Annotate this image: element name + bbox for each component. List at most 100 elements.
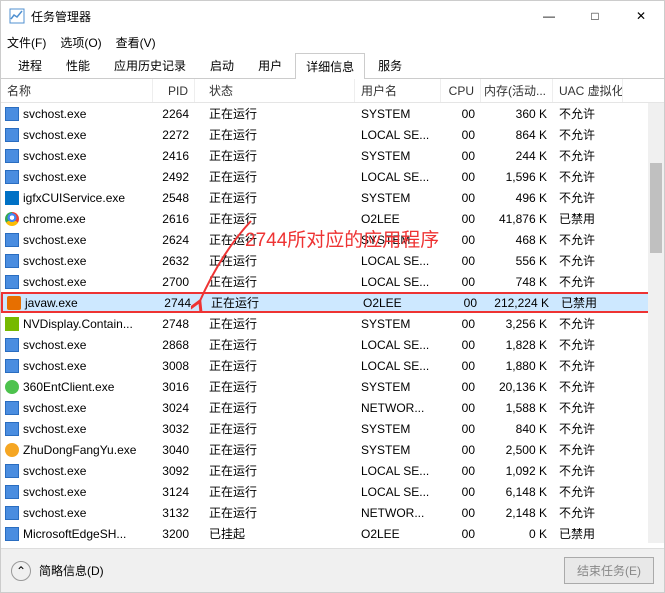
- process-uac: 已禁用: [553, 525, 623, 542]
- tab-3[interactable]: 启动: [199, 52, 245, 78]
- process-user: SYSTEM: [355, 191, 441, 205]
- process-pid: 2616: [153, 212, 195, 226]
- process-cpu: 00: [441, 380, 481, 394]
- process-status: 正在运行: [195, 357, 355, 374]
- col-user[interactable]: 用户名: [355, 79, 441, 102]
- tab-5[interactable]: 详细信息: [295, 53, 365, 79]
- process-icon: [5, 485, 19, 499]
- col-pid[interactable]: PID: [153, 79, 195, 102]
- process-pid: 2272: [153, 128, 195, 142]
- menu-view[interactable]: 查看(V): [116, 34, 156, 51]
- process-uac: 不允许: [553, 168, 623, 185]
- table-row[interactable]: svchost.exe2416正在运行SYSTEM00244 K不允许: [1, 145, 664, 166]
- process-pid: 2632: [153, 254, 195, 268]
- process-user: LOCAL SE...: [355, 170, 441, 184]
- process-icon: [5, 107, 19, 121]
- table-row[interactable]: svchost.exe3124正在运行LOCAL SE...006,148 K不…: [1, 481, 664, 502]
- table-row[interactable]: chrome.exe2616正在运行O2LEE0041,876 K已禁用: [1, 208, 664, 229]
- table-row[interactable]: svchost.exe3132正在运行NETWOR...002,148 K不允许: [1, 502, 664, 523]
- process-status: 正在运行: [195, 483, 355, 500]
- process-user: SYSTEM: [355, 233, 441, 247]
- process-uac: 不允许: [553, 189, 623, 206]
- maximize-button[interactable]: □: [572, 1, 618, 31]
- minimize-button[interactable]: —: [526, 1, 572, 31]
- process-pid: 2700: [153, 275, 195, 289]
- table-row[interactable]: MicrosoftEdgeSH...3200已挂起O2LEE000 K已禁用: [1, 523, 664, 544]
- process-uac: 不允许: [553, 231, 623, 248]
- menu-options[interactable]: 选项(O): [60, 34, 101, 51]
- table-row[interactable]: svchost.exe2868正在运行LOCAL SE...001,828 K不…: [1, 334, 664, 355]
- col-status[interactable]: 状态: [195, 79, 355, 102]
- tab-6[interactable]: 服务: [367, 52, 413, 78]
- process-pid: 3040: [153, 443, 195, 457]
- table-row[interactable]: igfxCUIService.exe2548正在运行SYSTEM00496 K不…: [1, 187, 664, 208]
- process-uac: 不允许: [553, 378, 623, 395]
- table-row[interactable]: svchost.exe2632正在运行LOCAL SE...00556 K不允许: [1, 250, 664, 271]
- process-name: svchost.exe: [23, 464, 86, 478]
- table-row[interactable]: svchost.exe3092正在运行LOCAL SE...001,092 K不…: [1, 460, 664, 481]
- process-mem: 0 K: [481, 527, 553, 541]
- process-uac: 不允许: [553, 252, 623, 269]
- process-mem: 468 K: [481, 233, 553, 247]
- process-user: SYSTEM: [355, 149, 441, 163]
- process-status: 正在运行: [195, 189, 355, 206]
- process-cpu: 00: [441, 149, 481, 163]
- col-uac[interactable]: UAC 虚拟化: [553, 79, 623, 102]
- process-icon: [5, 149, 19, 163]
- process-cpu: 00: [441, 317, 481, 331]
- process-mem: 1,588 K: [481, 401, 553, 415]
- chevron-up-icon: ⌃: [11, 561, 31, 581]
- process-status: 正在运行: [195, 210, 355, 227]
- process-icon: [5, 191, 19, 205]
- tab-4[interactable]: 用户: [247, 52, 293, 78]
- process-name: javaw.exe: [25, 296, 78, 310]
- process-user: SYSTEM: [355, 380, 441, 394]
- col-mem[interactable]: 内存(活动...: [481, 79, 553, 102]
- process-icon: [5, 170, 19, 184]
- process-mem: 244 K: [481, 149, 553, 163]
- process-icon: [5, 443, 19, 457]
- menu-file[interactable]: 文件(F): [7, 34, 46, 51]
- table-row[interactable]: svchost.exe2264正在运行SYSTEM00360 K不允许: [1, 103, 664, 124]
- process-icon: [5, 422, 19, 436]
- table-row[interactable]: NVDisplay.Contain...2748正在运行SYSTEM003,25…: [1, 313, 664, 334]
- fewer-details-button[interactable]: ⌃ 简略信息(D): [11, 561, 104, 581]
- tab-1[interactable]: 性能: [55, 52, 101, 78]
- scrollbar-thumb[interactable]: [650, 163, 662, 253]
- col-name[interactable]: 名称: [1, 79, 153, 102]
- table-row[interactable]: svchost.exe2492正在运行LOCAL SE...001,596 K不…: [1, 166, 664, 187]
- close-button[interactable]: ✕: [618, 1, 664, 31]
- table-row[interactable]: svchost.exe3008正在运行LOCAL SE...001,880 K不…: [1, 355, 664, 376]
- table-row[interactable]: svchost.exe2272正在运行LOCAL SE...00864 K不允许: [1, 124, 664, 145]
- process-name: igfxCUIService.exe: [23, 191, 125, 205]
- process-uac: 不允许: [553, 336, 623, 353]
- process-uac: 不允许: [553, 420, 623, 437]
- process-name: svchost.exe: [23, 170, 86, 184]
- process-cpu: 00: [441, 443, 481, 457]
- end-task-button[interactable]: 结束任务(E): [564, 557, 654, 584]
- table-row[interactable]: svchost.exe2624正在运行SYSTEM00468 K不允许: [1, 229, 664, 250]
- process-user: LOCAL SE...: [355, 338, 441, 352]
- titlebar: 任务管理器 — □ ✕: [1, 1, 664, 31]
- tab-2[interactable]: 应用历史记录: [103, 52, 197, 78]
- table-row[interactable]: javaw.exe2744正在运行O2LEE00212,224 K已禁用: [1, 292, 664, 313]
- col-cpu[interactable]: CPU: [441, 79, 481, 102]
- process-mem: 556 K: [481, 254, 553, 268]
- scrollbar[interactable]: [648, 103, 664, 543]
- process-mem: 496 K: [481, 191, 553, 205]
- table-row[interactable]: svchost.exe3024正在运行NETWOR...001,588 K不允许: [1, 397, 664, 418]
- process-icon: [5, 464, 19, 478]
- process-user: SYSTEM: [355, 422, 441, 436]
- process-user: LOCAL SE...: [355, 485, 441, 499]
- table-row[interactable]: svchost.exe3032正在运行SYSTEM00840 K不允许: [1, 418, 664, 439]
- process-name: svchost.exe: [23, 254, 86, 268]
- process-mem: 1,880 K: [481, 359, 553, 373]
- table-row[interactable]: svchost.exe2700正在运行LOCAL SE...00748 K不允许: [1, 271, 664, 292]
- tab-0[interactable]: 进程: [7, 52, 53, 78]
- process-name: svchost.exe: [23, 107, 86, 121]
- process-status: 正在运行: [195, 420, 355, 437]
- process-pid: 2868: [153, 338, 195, 352]
- table-row[interactable]: ZhuDongFangYu.exe3040正在运行SYSTEM002,500 K…: [1, 439, 664, 460]
- table-row[interactable]: 360EntClient.exe3016正在运行SYSTEM0020,136 K…: [1, 376, 664, 397]
- process-pid: 3024: [153, 401, 195, 415]
